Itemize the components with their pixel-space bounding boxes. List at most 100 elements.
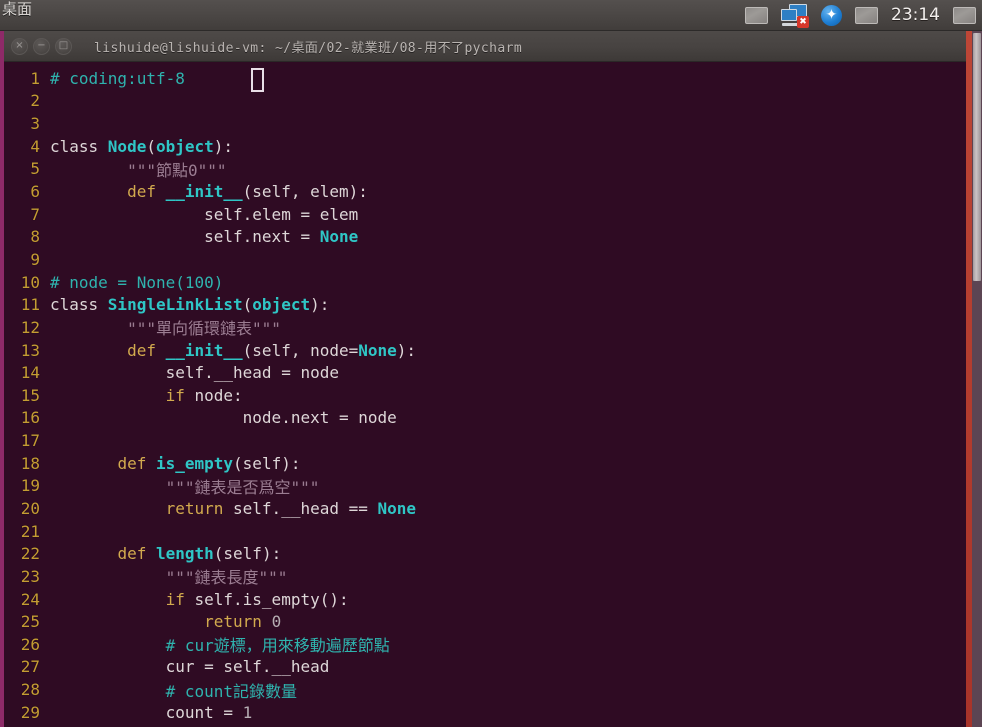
code-line: 13 def __init__(self, node=None): [4, 339, 966, 362]
network-disconnected-icon[interactable]: ✖ [781, 4, 809, 28]
code-line: 3 [4, 112, 966, 135]
code-token: # node = None(100) [50, 272, 224, 292]
text-cursor [251, 68, 264, 92]
session-rect-glyph [855, 6, 878, 24]
terminal-titlebar[interactable]: × − □ lishuide@lishuide-vm: ~/桌面/02-就業班/… [4, 31, 966, 62]
code-token: ): [261, 544, 282, 564]
line-number: 5 [30, 159, 40, 179]
line-number: 3 [30, 114, 40, 134]
line-text: def __init__(self, node=None): [42, 341, 416, 360]
code-token: ( [146, 136, 156, 156]
close-button[interactable]: × [11, 37, 28, 55]
code-token: self.is_empty(): [184, 589, 349, 609]
line-text: def is_empty(self): [42, 454, 300, 473]
network-error-badge: ✖ [797, 16, 809, 28]
code-line: 8 self.next = None [4, 225, 966, 248]
line-number: 27 [20, 657, 40, 677]
code-token: SingleLinkList [107, 295, 243, 315]
line-text: node.next = node [42, 408, 397, 427]
code-token: class [50, 136, 108, 156]
line-text: """單向循環鏈表""" [42, 315, 281, 339]
line-text: count = 1 [42, 702, 253, 722]
line-text: cur = self.__head [42, 657, 330, 677]
code-token: # count記錄數量 [50, 681, 298, 701]
terminal-body[interactable]: 1 # coding:utf-8 2 3 4 class Node(object): 5 "… [4, 62, 966, 727]
code-token: return [204, 612, 262, 632]
code-token: None [377, 498, 417, 518]
terminal-window: × − □ lishuide@lishuide-vm: ~/桌面/02-就業班/… [0, 31, 966, 727]
line-number: 6 [30, 182, 40, 202]
code-token: self.elem = elem [50, 204, 359, 224]
line-number: 22 [20, 544, 40, 564]
line-number: 15 [20, 385, 40, 405]
desktop-root: 桌面 ✖ ✦ 23:14 × − □ lishuide@lishuide-vm:… [0, 0, 982, 727]
line-number: 23 [20, 566, 40, 586]
indicator-session-icon[interactable] [855, 6, 878, 24]
panel-left-group: 桌面 [0, 0, 32, 30]
code-line: 21 [4, 520, 966, 543]
editor-scrollbar-track[interactable] [972, 31, 982, 727]
code-token: ( [242, 182, 253, 202]
maximize-button[interactable]: □ [55, 37, 72, 55]
code-line: 25 return 0 [4, 610, 966, 633]
line-text: # node = None(100) [42, 273, 223, 292]
code-token: self.__head == [223, 498, 378, 518]
code-token: return [165, 498, 224, 518]
code-token: ( [213, 544, 224, 564]
code-token: # coding:utf-8 [50, 68, 185, 88]
code-token: self [242, 453, 282, 473]
line-text: class Node(object): [42, 137, 233, 156]
editor-scrollbar-thumb[interactable] [973, 33, 981, 281]
code-line: 29 count = 1 [4, 701, 966, 724]
line-text: if node: [42, 386, 243, 405]
panel-app-name[interactable]: 桌面 [2, 1, 32, 17]
code-line: 10 # node = None(100) [4, 271, 966, 294]
code-line: 9 [4, 248, 966, 271]
line-number: 12 [20, 317, 40, 337]
window-controls: × − □ [11, 37, 72, 55]
code-token: cur = self.__head [50, 657, 330, 677]
bluetooth-icon[interactable]: ✦ [821, 4, 842, 26]
code-token: self, elem [252, 182, 349, 202]
power-rect-glyph [953, 6, 976, 24]
code-line: 12 """單向循環鏈表""" [4, 316, 966, 339]
network-monitor-front [781, 9, 797, 21]
indicator-display-icon[interactable] [745, 6, 768, 24]
line-text: def length(self): [42, 544, 281, 563]
code-line: 22 def length(self): [4, 542, 966, 565]
code-token: 1 [242, 702, 253, 722]
code-token: # cur遊標，用來移動遍歷節點 [50, 636, 390, 656]
display-rect-glyph [745, 6, 768, 24]
code-token: """鏈表長度""" [50, 568, 288, 588]
line-number: 18 [20, 453, 40, 473]
code-token: __init__ [165, 182, 243, 202]
line-text: # count記錄數量 [42, 678, 297, 702]
line-number: 4 [30, 136, 40, 156]
code-editor-lines: 1 # coding:utf-8 2 3 4 class Node(object): 5 "… [4, 67, 966, 724]
line-text: return self.__head == None [42, 499, 416, 518]
minimize-button[interactable]: − [33, 37, 50, 55]
code-line: 4 class Node(object): [4, 135, 966, 158]
code-token: ( [233, 453, 243, 473]
line-text: class SingleLinkList(object): [42, 295, 329, 314]
code-line: 24 if self.is_empty(): [4, 588, 966, 611]
code-line: 1 # coding:utf-8 [4, 67, 966, 90]
code-token: self, node= [252, 340, 359, 360]
line-number: 24 [20, 589, 40, 609]
code-line: 5 """節點0""" [4, 158, 966, 181]
indicator-power-icon[interactable] [953, 6, 976, 24]
code-token: ): [396, 340, 417, 360]
panel-clock[interactable]: 23:14 [891, 5, 940, 25]
line-number: 9 [30, 249, 40, 269]
line-number: 8 [30, 227, 40, 247]
line-text: """節點0""" [42, 157, 226, 181]
code-line: 7 self.elem = elem [4, 203, 966, 226]
code-token: node: [184, 385, 243, 405]
code-token: self [223, 544, 262, 564]
line-number: 14 [20, 363, 40, 383]
